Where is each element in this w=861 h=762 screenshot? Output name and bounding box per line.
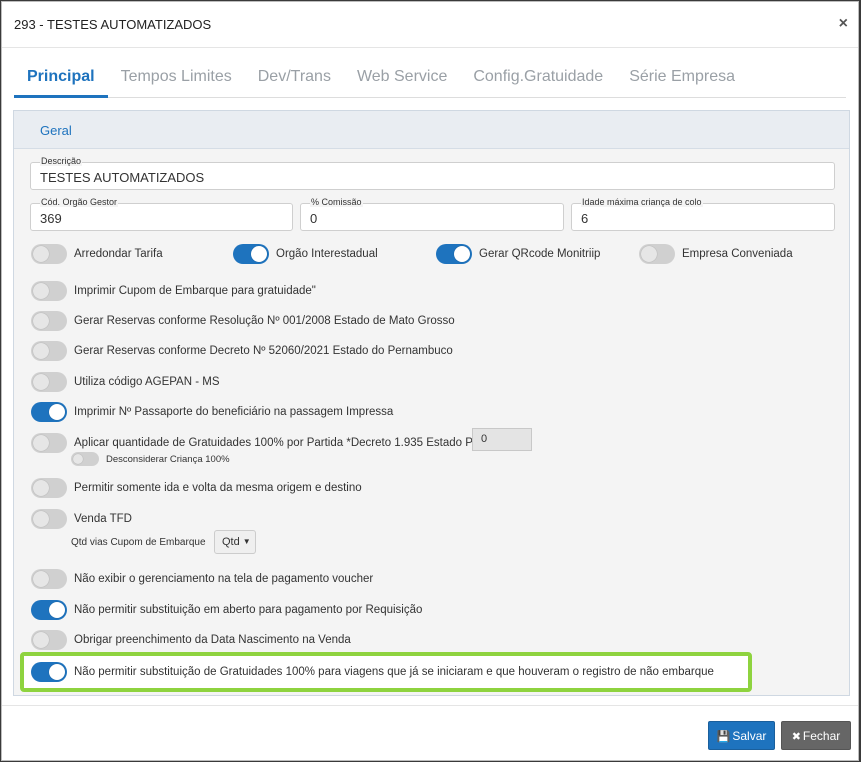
panel-title[interactable]: Geral bbox=[14, 111, 849, 149]
gratuidades-pa-toggle[interactable] bbox=[31, 433, 67, 453]
option-label: Gerar Reservas conforme Decreto Nº 52060… bbox=[74, 345, 453, 357]
requisicao-toggle[interactable] bbox=[31, 600, 67, 620]
tab-dev-trans[interactable]: Dev/Trans bbox=[245, 60, 344, 98]
idade-max-label: Idade máxima criança de colo bbox=[581, 197, 703, 207]
tab-bar: Principal Tempos Limites Dev/Trans Web S… bbox=[14, 60, 846, 98]
option-reservas-pe: Gerar Reservas conforme Decreto Nº 52060… bbox=[31, 341, 453, 361]
option-label: Venda TFD bbox=[74, 513, 132, 525]
option-gerar-qrcode: Gerar QRcode Monitriip bbox=[436, 244, 600, 264]
option-ida-volta: Permitir somente ida e volta da mesma or… bbox=[31, 478, 362, 498]
option-label: Imprimir Nº Passaporte do beneficiário n… bbox=[74, 406, 394, 418]
comissao-value: 0 bbox=[310, 211, 318, 226]
option-label: Aplicar quantidade de Gratuidades 100% p… bbox=[74, 437, 485, 449]
option-orgao-interestadual: Orgão Interestadual bbox=[233, 244, 378, 264]
option-label: Não exibir o gerenciamento na tela de pa… bbox=[74, 573, 374, 585]
tab-tempos-limites[interactable]: Tempos Limites bbox=[108, 60, 245, 98]
venda-tfd-toggle[interactable] bbox=[31, 509, 67, 529]
option-gratuidades-pa: Aplicar quantidade de Gratuidades 100% p… bbox=[31, 433, 484, 453]
option-label: Utiliza código AGEPAN - MS bbox=[74, 376, 220, 388]
qtd-vias-label: Qtd vias Cupom de Embarque bbox=[71, 537, 206, 548]
option-requisicao: Não permitir substituição em aberto para… bbox=[31, 600, 422, 620]
descricao-field[interactable]: Descrição TESTES AUTOMATIZADOS bbox=[30, 156, 835, 190]
option-label: Não permitir substituição de Gratuidades… bbox=[74, 666, 714, 678]
option-label: Gerar Reservas conforme Resolução Nº 001… bbox=[74, 315, 455, 327]
tab-web-service[interactable]: Web Service bbox=[344, 60, 460, 98]
option-label: Empresa Conveniada bbox=[682, 248, 793, 260]
option-label: Gerar QRcode Monitriip bbox=[479, 248, 601, 260]
passaporte-toggle[interactable] bbox=[31, 402, 67, 422]
nao-exibir-toggle[interactable] bbox=[31, 569, 67, 589]
gerar-qrcode-toggle[interactable] bbox=[436, 244, 472, 264]
option-reservas-mt: Gerar Reservas conforme Resolução Nº 001… bbox=[31, 311, 455, 331]
orgao-gestor-value: 369 bbox=[40, 211, 62, 226]
modal-dialog: 293 - TESTES AUTOMATIZADOS × Principal T… bbox=[1, 1, 859, 761]
option-label: Imprimir Cupom de Embarque para gratuida… bbox=[74, 285, 316, 297]
cupom-gratuidade-toggle[interactable] bbox=[31, 281, 67, 301]
orgao-interestadual-toggle[interactable] bbox=[233, 244, 269, 264]
agepan-toggle[interactable] bbox=[31, 372, 67, 392]
option-passaporte: Imprimir Nº Passaporte do beneficiário n… bbox=[31, 402, 393, 422]
modal-title: 293 - TESTES AUTOMATIZADOS bbox=[14, 17, 212, 32]
comissao-field[interactable]: % Comissão 0 bbox=[300, 197, 564, 231]
reservas-mt-toggle[interactable] bbox=[31, 311, 67, 331]
option-nao-exibir: Não exibir o gerenciamento na tela de pa… bbox=[31, 569, 373, 589]
option-label: Orgão Interestadual bbox=[276, 248, 378, 260]
qtd-vias-dropdown[interactable]: Qtd ▼ bbox=[214, 530, 256, 554]
floppy-disk-icon: 💾 bbox=[716, 731, 731, 743]
qtd-vias-value: Qtd bbox=[222, 536, 240, 548]
gratuidades-pa-input[interactable]: 0 bbox=[472, 428, 532, 451]
caret-down-icon: ▼ bbox=[242, 537, 251, 546]
option-empresa-conveniada: Empresa Conveniada bbox=[639, 244, 793, 264]
option-label: Arredondar Tarifa bbox=[74, 248, 163, 260]
empresa-conveniada-toggle[interactable] bbox=[639, 244, 675, 264]
option-arredondar-tarifa: Arredondar Tarifa bbox=[31, 244, 163, 264]
option-desconsiderar-crianca: Desconsiderar Criança 100% bbox=[71, 452, 230, 466]
option-venda-tfd: Venda TFD bbox=[31, 509, 132, 529]
option-label: Permitir somente ida e volta da mesma or… bbox=[74, 482, 362, 494]
option-label: Não permitir substituição em aberto para… bbox=[74, 604, 423, 616]
tab-config-gratuidade[interactable]: Config.Gratuidade bbox=[460, 60, 616, 98]
option-agepan: Utiliza código AGEPAN - MS bbox=[31, 372, 220, 392]
data-nascimento-toggle[interactable] bbox=[31, 630, 67, 650]
option-nao-embarque: Não permitir substituição de Gratuidades… bbox=[31, 662, 714, 682]
descricao-label: Descrição bbox=[40, 156, 83, 166]
comissao-label: % Comissão bbox=[310, 197, 363, 207]
idade-max-field[interactable]: Idade máxima criança de colo 6 bbox=[571, 197, 835, 231]
option-data-nascimento: Obrigar preenchimento da Data Nascimento… bbox=[31, 630, 351, 650]
descricao-value: TESTES AUTOMATIZADOS bbox=[40, 170, 205, 185]
option-label: Desconsiderar Criança 100% bbox=[106, 453, 230, 465]
modal-header: 293 - TESTES AUTOMATIZADOS × bbox=[2, 2, 858, 48]
close-icon: ✖ bbox=[791, 731, 801, 743]
arredondar-tarifa-toggle[interactable] bbox=[31, 244, 67, 264]
save-label: Salvar bbox=[732, 729, 767, 743]
idade-max-value: 6 bbox=[581, 211, 589, 226]
orgao-gestor-field[interactable]: Cód. Orgão Gestor 369 bbox=[30, 197, 293, 231]
tab-principal[interactable]: Principal bbox=[14, 60, 108, 98]
option-cupom-gratuidade: Imprimir Cupom de Embarque para gratuida… bbox=[31, 281, 316, 301]
close-icon[interactable]: × bbox=[839, 15, 848, 33]
close-label: Fechar bbox=[802, 729, 841, 743]
option-label: Obrigar preenchimento da Data Nascimento… bbox=[74, 634, 351, 646]
modal-footer: 💾 Salvar ✖ Fechar bbox=[2, 705, 858, 762]
orgao-gestor-label: Cód. Orgão Gestor bbox=[40, 197, 119, 207]
close-button[interactable]: ✖ Fechar bbox=[781, 721, 851, 750]
tab-serie-empresa[interactable]: Série Empresa bbox=[616, 60, 748, 98]
panel-geral: Geral Descrição TESTES AUTOMATIZADOS Cód… bbox=[13, 110, 850, 696]
ida-volta-toggle[interactable] bbox=[31, 478, 67, 498]
nao-embarque-toggle[interactable] bbox=[31, 662, 67, 682]
desconsiderar-crianca-toggle[interactable] bbox=[71, 452, 99, 466]
save-button[interactable]: 💾 Salvar bbox=[708, 721, 775, 750]
reservas-pe-toggle[interactable] bbox=[31, 341, 67, 361]
